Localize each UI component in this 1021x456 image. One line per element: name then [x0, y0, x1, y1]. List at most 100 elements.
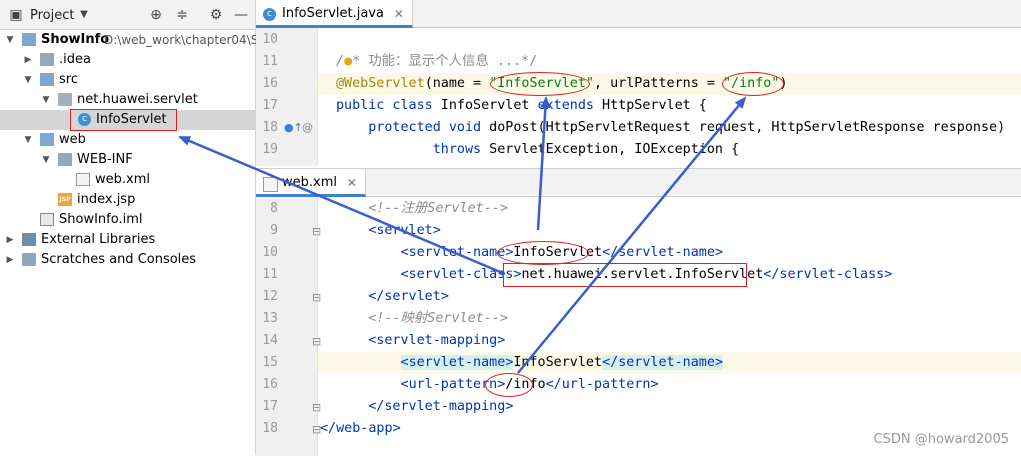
tree-item-webinf[interactable]: ▼ WEB-INF	[0, 150, 255, 170]
package-icon	[58, 93, 72, 106]
tree-item-iml[interactable]: ShowInfo.iml	[0, 210, 255, 230]
tree-label: net.huawei.servlet	[77, 92, 198, 107]
highlight-ellipse	[490, 72, 590, 96]
tree-label: ShowInfo.iml	[59, 212, 143, 227]
fold-icon[interactable]: ⊟	[312, 401, 321, 414]
tree-label: web.xml	[95, 172, 150, 187]
tree-label: .idea	[59, 52, 91, 67]
watermark: CSDN @howard2005	[873, 432, 1009, 447]
line-number: 19	[262, 142, 278, 157]
tree-item-scratches[interactable]: ▶ Scratches and Consoles	[0, 250, 255, 270]
project-header: ▣ Project ▼ ⊕ ≑ ⚙ —	[0, 0, 255, 30]
collapse-all-icon[interactable]: ≑	[174, 7, 190, 23]
fold-icon[interactable]: ⊟	[312, 335, 321, 348]
highlight-box	[70, 109, 177, 131]
line-number: 18	[262, 421, 278, 436]
tab-web-xml[interactable]: web.xml ✕	[256, 169, 366, 197]
line-number: 17	[262, 98, 278, 113]
line-number: 14	[262, 333, 278, 348]
locate-icon[interactable]: ⊕	[148, 7, 164, 23]
xml-line-9: <servlet>	[368, 223, 441, 238]
tab-label: InfoServlet.java	[282, 6, 384, 21]
highlight-ellipse	[497, 241, 589, 265]
code-line-19: throws ServletException, IOException {	[432, 142, 740, 157]
editor-infoservlet: c InfoServlet.java ✕ 10 11 16 17 18 19 ●…	[256, 0, 1021, 166]
folder-icon	[58, 153, 72, 166]
editor-tabbar: web.xml ✕	[256, 169, 1021, 197]
xml-line-8: <!--注册Servlet-->	[368, 201, 508, 216]
code-line-18: protected void doPost(HttpServletRequest…	[368, 120, 1006, 135]
module-path: D:\web_work\chapter04\S	[104, 33, 259, 47]
code-line-17: public class InfoServlet extends HttpSer…	[336, 98, 707, 113]
line-number: 10	[262, 32, 278, 47]
fold-icon[interactable]: ⊟	[312, 225, 321, 238]
tree-item-external-libraries[interactable]: ▶ External Libraries	[0, 230, 255, 250]
xml-line-14: <servlet-mapping>	[368, 333, 506, 348]
line-number: 10	[262, 245, 278, 260]
close-icon[interactable]: ✕	[347, 169, 357, 197]
line-number: 17	[262, 399, 278, 414]
xml-line-18: </web-app>	[320, 421, 401, 436]
jsp-file-icon: JSP	[58, 193, 72, 206]
xml-line-17: </servlet-mapping>	[368, 399, 514, 414]
lightbulb-icon[interactable]: ●	[344, 54, 352, 69]
tree-item-indexjsp[interactable]: JSP index.jsp	[0, 190, 255, 210]
tree-item-package[interactable]: ▼ net.huawei.servlet	[0, 90, 255, 110]
tree-item-webxml[interactable]: web.xml	[0, 170, 255, 190]
chevron-down-icon[interactable]: ▼	[40, 90, 52, 110]
chevron-down-icon[interactable]: ▼	[22, 130, 34, 150]
tree-label: Scratches and Consoles	[41, 252, 197, 267]
tree-label: src	[59, 72, 78, 87]
project-tool-window: ▣ Project ▼ ⊕ ≑ ⚙ — ▼ ShowInfo D:\web_wo…	[0, 0, 259, 455]
line-number: 18	[262, 120, 278, 135]
highlight-ellipse	[722, 72, 784, 96]
tree-label: ShowInfo	[41, 32, 110, 47]
close-icon[interactable]: ✕	[394, 0, 404, 28]
scratches-icon	[22, 253, 36, 266]
xml-file-icon	[76, 173, 90, 186]
class-icon: c	[263, 8, 276, 21]
tree-item-web[interactable]: ▼ web	[0, 130, 255, 150]
line-number: 16	[262, 377, 278, 392]
line-number: 11	[262, 54, 278, 69]
chevron-down-icon[interactable]: ▼	[4, 30, 16, 50]
line-number: 8	[270, 201, 278, 216]
module-folder-icon	[22, 33, 36, 46]
tab-label: web.xml	[282, 175, 337, 190]
highlight-ellipse	[485, 373, 533, 397]
chevron-right-icon[interactable]: ▶	[4, 230, 16, 250]
tree-label: External Libraries	[41, 232, 156, 247]
chevron-right-icon[interactable]: ▶	[22, 50, 34, 70]
tree-item-showinfo[interactable]: ▼ ShowInfo D:\web_work\chapter04\S	[0, 30, 259, 50]
xml-line-13: <!--映射Servlet-->	[368, 311, 508, 326]
web-folder-icon	[40, 133, 54, 146]
line-number: 9	[270, 223, 278, 238]
code-line-11: /●* 功能：显示个人信息 ...*/	[336, 54, 538, 69]
annotation-marker-icon[interactable]: @	[302, 121, 313, 134]
iml-file-icon	[40, 213, 54, 226]
editor-tabbar: c InfoServlet.java ✕	[256, 0, 1021, 28]
line-number: 15	[262, 355, 278, 370]
tree-label: web	[59, 132, 86, 147]
chevron-down-icon[interactable]: ▼	[22, 70, 34, 90]
chevron-down-icon[interactable]: ▼	[76, 7, 92, 23]
line-number: 13	[262, 311, 278, 326]
tree-item-idea[interactable]: ▶ .idea	[0, 50, 255, 70]
fold-icon[interactable]: ⊟	[312, 291, 321, 304]
chevron-right-icon[interactable]: ▶	[4, 250, 16, 270]
chevron-down-icon[interactable]: ▼	[40, 150, 52, 170]
library-icon	[22, 233, 36, 246]
minimize-icon[interactable]: —	[233, 7, 249, 23]
line-number: 12	[262, 289, 278, 304]
gear-icon[interactable]: ⚙	[208, 7, 224, 23]
xml-line-12: </servlet>	[368, 289, 449, 304]
tree-item-src[interactable]: ▼ src	[0, 70, 255, 90]
highlight-box	[503, 263, 747, 287]
source-folder-icon	[40, 73, 54, 86]
project-title[interactable]: Project	[30, 8, 74, 23]
tree-label: index.jsp	[77, 192, 136, 207]
tab-infoservlet-java[interactable]: c InfoServlet.java ✕	[256, 0, 413, 28]
project-view-icon: ▣	[9, 7, 23, 23]
override-marker-icon[interactable]: ●↑	[284, 121, 303, 134]
xml-line-15: <servlet-name>InfoServlet</servlet-name>	[400, 355, 723, 370]
